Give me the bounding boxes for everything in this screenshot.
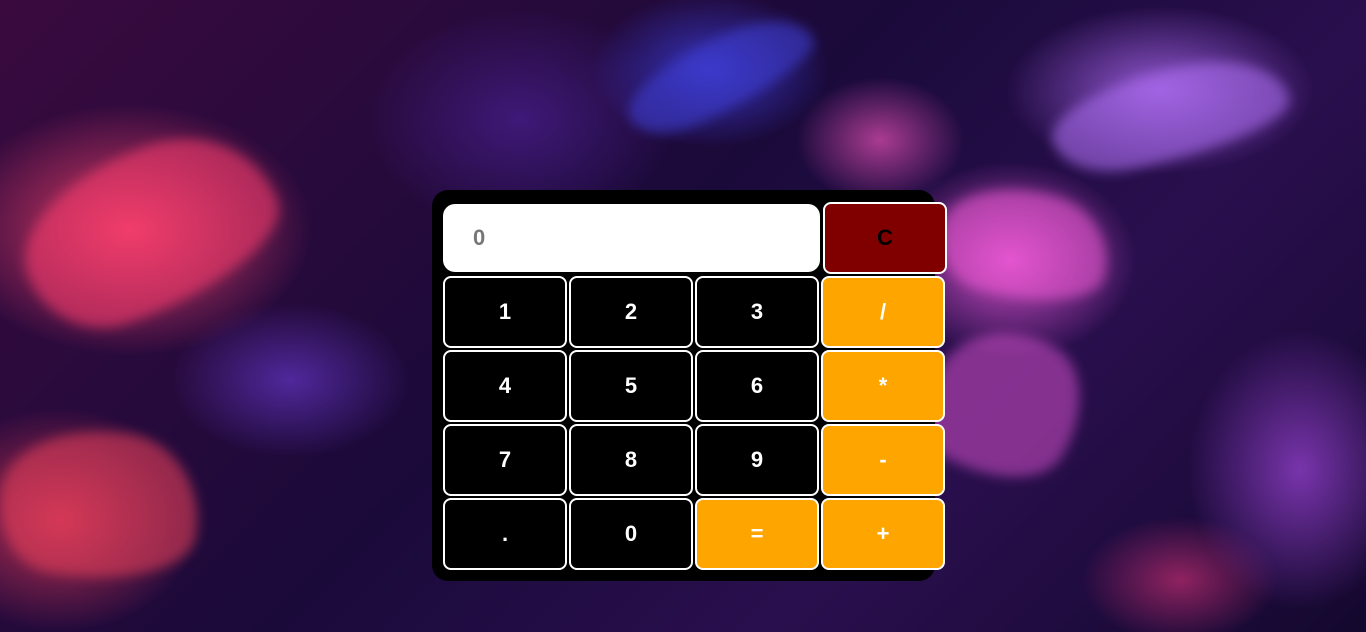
multiply-button[interactable]: * — [821, 350, 945, 422]
digit-1-button[interactable]: 1 — [443, 276, 567, 348]
digit-8-button[interactable]: 8 — [569, 424, 693, 496]
add-button[interactable]: + — [821, 498, 945, 570]
digit-6-button[interactable]: 6 — [695, 350, 819, 422]
digit-0-button[interactable]: 0 — [569, 498, 693, 570]
digit-2-button[interactable]: 2 — [569, 276, 693, 348]
digit-5-button[interactable]: 5 — [569, 350, 693, 422]
background-petal — [928, 169, 1122, 321]
subtract-button[interactable]: - — [821, 424, 945, 496]
digit-3-button[interactable]: 3 — [695, 276, 819, 348]
calculator: 0 C 1 2 3 / 4 5 6 * 7 8 9 - . 0 = + — [432, 190, 947, 581]
background-petal — [614, 1, 826, 149]
digit-9-button[interactable]: 9 — [695, 424, 819, 496]
background-petal — [1043, 46, 1297, 184]
background-petal — [0, 413, 212, 597]
divide-button[interactable]: / — [821, 276, 945, 348]
calculator-display: 0 — [443, 204, 820, 272]
digit-7-button[interactable]: 7 — [443, 424, 567, 496]
decimal-point-button[interactable]: . — [443, 498, 567, 570]
digit-4-button[interactable]: 4 — [443, 350, 567, 422]
background-petal — [0, 110, 300, 350]
equals-button[interactable]: = — [695, 498, 819, 570]
clear-button[interactable]: C — [823, 202, 947, 274]
